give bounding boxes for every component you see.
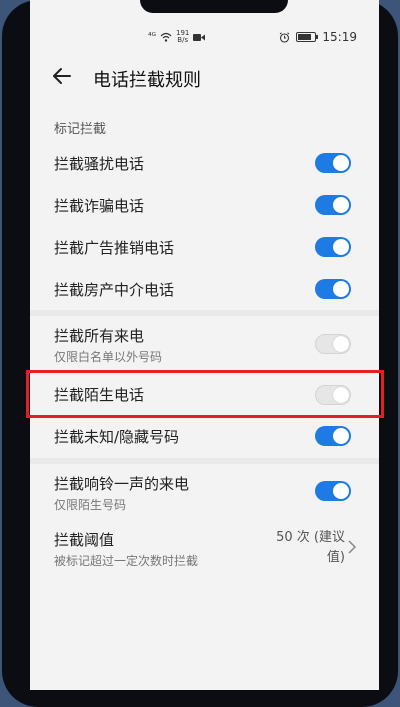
threshold-value-line1: 50 次 (建议 (276, 530, 345, 545)
toggle-block-one-ring[interactable] (315, 481, 351, 501)
row-label: 拦截房产中介电话 (54, 281, 175, 299)
row-block-one-ring[interactable]: 拦截响铃一声的来电 仅限陌生号码 (30, 468, 379, 516)
video-icon (193, 33, 206, 41)
threshold-value-line2: 值) (326, 550, 345, 565)
row-label: 拦截诈骗电话 (54, 197, 145, 215)
row-sublabel: 被标记超过一定次数时拦截 (54, 554, 199, 568)
toggle-block-all-calls[interactable] (315, 334, 351, 354)
battery-icon (296, 32, 319, 42)
screen: ⁴ᴳ 191 B/s 15:19 电话拦截规则 标记拦截 拦截骚扰电话 拦截诈骗… (30, 0, 379, 690)
back-arrow-icon[interactable] (50, 64, 74, 88)
clock: 15:19 (322, 30, 357, 44)
section-label: 标记拦截 (54, 122, 107, 137)
toggle-block-strangers[interactable] (315, 385, 351, 405)
row-block-all-calls[interactable]: 拦截所有来电 仅限白名单以外号码 (30, 320, 379, 366)
alarm-icon (280, 31, 290, 43)
row-label: 拦截广告推销电话 (54, 239, 175, 257)
row-block-fraud[interactable]: 拦截诈骗电话 (30, 189, 379, 221)
status-left: ⁴ᴳ 191 B/s (148, 29, 206, 44)
network-speed: 191 B/s (176, 29, 190, 44)
row-block-harassment[interactable]: 拦截骚扰电话 (30, 147, 379, 179)
threshold-value: 50 次 (建议 值) (265, 528, 345, 568)
row-block-real-estate[interactable]: 拦截房产中介电话 (30, 273, 379, 305)
row-label: 拦截阈值 (54, 531, 115, 549)
section-divider (30, 458, 379, 464)
row-block-ads[interactable]: 拦截广告推销电话 (30, 231, 379, 263)
page-title: 电话拦截规则 (93, 70, 201, 91)
header: 电话拦截规则 (30, 60, 379, 94)
row-block-unknown[interactable]: 拦截未知/隐藏号码 (30, 420, 379, 452)
chevron-right-icon (348, 540, 357, 554)
toggle-block-unknown[interactable] (315, 426, 351, 446)
toggle-block-real-estate[interactable] (315, 279, 351, 299)
row-sublabel: 仅限白名单以外号码 (54, 350, 163, 364)
status-bar: ⁴ᴳ 191 B/s 15:19 (30, 26, 379, 50)
toggle-block-ads[interactable] (315, 237, 351, 257)
toggle-block-fraud[interactable] (315, 195, 351, 215)
camera-notch (140, 0, 288, 13)
row-label: 拦截陌生电话 (54, 386, 145, 404)
row-label: 拦截响铃一声的来电 (54, 475, 190, 493)
signal-icon: ⁴ᴳ (148, 32, 156, 42)
section-divider (30, 310, 379, 316)
row-label: 拦截未知/隐藏号码 (54, 428, 180, 446)
row-label: 拦截骚扰电话 (54, 155, 145, 173)
wifi-icon (160, 32, 172, 42)
row-sublabel: 仅限陌生号码 (54, 498, 127, 512)
toggle-block-harassment[interactable] (315, 153, 351, 173)
status-right: 15:19 (279, 30, 357, 44)
row-block-strangers[interactable]: 拦截陌生电话 (30, 378, 379, 412)
row-label: 拦截所有来电 (54, 327, 145, 345)
